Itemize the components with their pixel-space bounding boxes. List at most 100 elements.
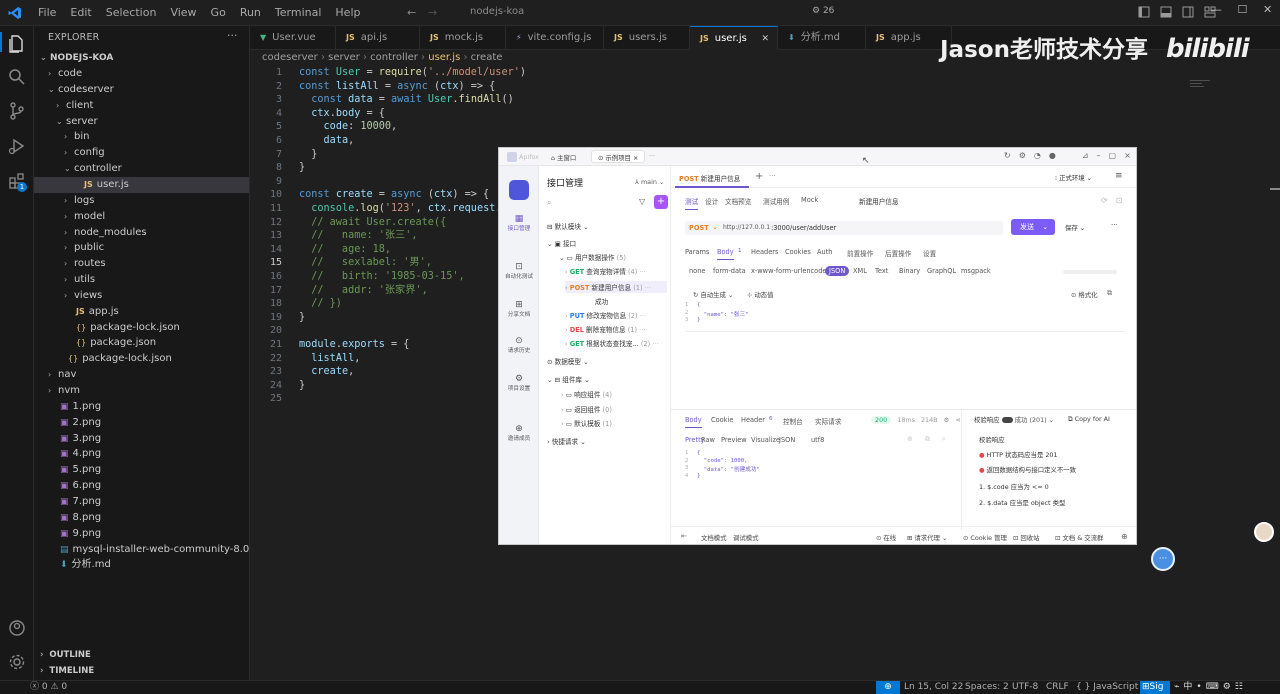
resp-fmt-item[interactable]: utf8: [811, 436, 824, 444]
breadcrumb-item[interactable]: user.js: [428, 52, 460, 63]
problems-status[interactable]: ⓧ 0 ⚠ 0: [30, 681, 67, 694]
menu-go[interactable]: Go: [204, 0, 233, 26]
copy-for-ai-button[interactable]: ⧉ Copy for AI: [1068, 415, 1110, 424]
explorer-root-folder[interactable]: ⌄ NODEJS-KOA: [34, 50, 249, 66]
code-line[interactable]: listAll,: [299, 352, 360, 366]
tree-item-folder[interactable]: › client: [34, 98, 249, 114]
save-button[interactable]: 保存 ⌄: [1065, 223, 1085, 232]
settings-icon[interactable]: ⚙: [944, 416, 950, 424]
code-line[interactable]: }: [299, 161, 305, 175]
settings-icon[interactable]: ⚙: [1019, 151, 1026, 160]
request-tab[interactable]: POST 新建用户信息: [675, 166, 749, 188]
nav-item[interactable]: ⊙ 请求历史: [499, 336, 539, 354]
send-button[interactable]: 发送 ⌄: [1011, 219, 1055, 235]
search-icon[interactable]: [7, 67, 27, 87]
component-item[interactable]: › ▭ 响应组件 (4): [561, 389, 612, 399]
layout-secondary-icon[interactable]: [1182, 6, 1194, 18]
more-icon[interactable]: ···: [645, 284, 651, 292]
api-item[interactable]: › GET 根据状态查找宠... (2) ···: [565, 338, 659, 348]
menu-selection[interactable]: Selection: [99, 0, 164, 26]
more-tabs-icon[interactable]: ···: [769, 172, 776, 180]
body-types-item[interactable]: GraphQL: [927, 267, 956, 275]
tree-item-img[interactable]: ▣ 9.png: [34, 526, 249, 542]
code-line[interactable]: module.exports = {: [299, 338, 409, 352]
breadcrumb-item[interactable]: codeserver: [262, 52, 318, 63]
tree-item-folder[interactable]: › routes: [34, 256, 249, 272]
tree-root[interactable]: ⌄ ▣ 接口: [547, 238, 576, 248]
param-tabs-item[interactable]: Cookies: [785, 248, 811, 256]
tree-item-img[interactable]: ▣ 4.png: [34, 446, 249, 462]
tree-item-file[interactable]: ▤ mysql-installer-web-community-8.0.45.0.…: [34, 542, 296, 558]
timeline-section[interactable]: › TIMELINE: [40, 666, 94, 676]
subtabs-item[interactable]: 设计: [705, 196, 718, 206]
tree-models[interactable]: ⊙ 数据模型 ⌄: [547, 356, 589, 366]
menu-file[interactable]: File: [31, 0, 63, 26]
tree-item-img[interactable]: ▣ 5.png: [34, 462, 249, 478]
floating-assistant-icon[interactable]: ···: [1151, 547, 1175, 571]
tab-users-js[interactable]: JS users.js: [604, 26, 690, 50]
more-icon[interactable]: ···: [640, 312, 646, 320]
online-status[interactable]: ⊙ 在线: [876, 533, 896, 542]
filter-icon[interactable]: ▽: [639, 197, 645, 206]
resp-tabs-item[interactable]: Cookie: [711, 416, 733, 424]
resp-tabs-item[interactable]: Body: [685, 416, 702, 428]
format-button[interactable]: ⊙ 格式化: [1071, 290, 1098, 299]
subtabs-item[interactable]: 测试: [685, 196, 699, 210]
body-types-item[interactable]: Binary: [899, 267, 920, 275]
tree-item-js[interactable]: JS user.js: [34, 176, 249, 193]
code-line[interactable]: // age: 18,: [299, 243, 391, 257]
user-avatar-icon[interactable]: ●: [1049, 151, 1056, 160]
component-item[interactable]: › ▭ 默认模板 (1): [561, 418, 612, 428]
menu-view[interactable]: View: [163, 0, 203, 26]
tab-mock-js[interactable]: JS mock.js: [420, 26, 506, 50]
code-line[interactable]: // await User.create({: [299, 216, 446, 230]
resp-tabs-item[interactable]: 实际请求: [815, 416, 841, 426]
menu-terminal[interactable]: Terminal: [268, 0, 329, 26]
environment-selector[interactable]: ⁝ 正式环境 ⌄: [1055, 173, 1092, 182]
minimap[interactable]: [1190, 78, 1210, 98]
download-icon[interactable]: ⊕: [907, 435, 913, 444]
body-types-item[interactable]: JSON: [825, 266, 850, 276]
command-center[interactable]: nodejs-koa: [444, 4, 804, 22]
breadcrumb-item[interactable]: create: [471, 52, 503, 63]
line-endings[interactable]: CRLF: [1046, 681, 1069, 694]
close-window-icon[interactable]: ✕: [1263, 3, 1272, 23]
code-line[interactable]: const data = await User.findAll(): [299, 93, 513, 107]
nav-forward-icon[interactable]: →: [428, 6, 437, 19]
tree-item-img[interactable]: ▣ 7.png: [34, 494, 249, 510]
response-body[interactable]: 1 {2 "code": 1000, 3 "data": "创建成功" 4}: [685, 450, 945, 486]
body-types-item[interactable]: none: [689, 267, 705, 275]
tab-user-vue[interactable]: ▼ User.vue: [250, 26, 336, 50]
sign-in-status[interactable]: ⊞Sig: [1140, 681, 1170, 694]
tree-item-folder[interactable]: › bin: [34, 129, 249, 145]
code-line[interactable]: code: 10000,: [299, 120, 398, 134]
code-line[interactable]: // birth: '1985-03-15',: [299, 270, 464, 284]
tree-item-folder[interactable]: ⌄ server: [34, 114, 249, 130]
code-line[interactable]: const listAll = async (ctx) => {: [299, 80, 495, 94]
subtabs-item[interactable]: 文档预览: [725, 196, 751, 206]
floating-avatar[interactable]: [1254, 522, 1274, 542]
tab----md[interactable]: ⬇ 分析.md: [778, 26, 866, 50]
pin-icon[interactable]: ⊿: [1082, 151, 1089, 160]
tree-item-folder[interactable]: › nav: [34, 367, 249, 383]
code-line[interactable]: const User = require('../model/user'): [299, 66, 526, 80]
copy-icon[interactable]: ⧉: [925, 435, 930, 444]
code-line[interactable]: ctx.body = {: [299, 107, 385, 121]
tab-api-js[interactable]: JS api.js: [336, 26, 420, 50]
search-icon[interactable]: ⌕: [942, 435, 946, 444]
settings-gear-icon[interactable]: [7, 652, 27, 672]
new-tab-icon[interactable]: +: [755, 171, 763, 182]
body-types-item[interactable]: x-www-form-urlencoded: [751, 267, 831, 275]
code-line[interactable]: console.log('123', ctx.request.bod: [299, 202, 520, 216]
more-actions-icon[interactable]: ···: [227, 29, 238, 42]
cookie-manager-button[interactable]: ⊙ Cookie 管理: [963, 533, 1007, 542]
tree-item-folder[interactable]: › code: [34, 66, 249, 82]
param-tabs-item[interactable]: 后置操作: [885, 248, 911, 258]
tree-item-folder[interactable]: › model: [34, 209, 249, 225]
close-tab-icon[interactable]: ✕: [761, 27, 769, 51]
api-item[interactable]: › GET 查询宠物详情 (4) ···: [565, 266, 646, 276]
trash-button[interactable]: ⊡ 回收站: [1013, 533, 1040, 542]
copilot-badge[interactable]: ⚙ 26: [812, 6, 834, 16]
minimize-icon[interactable]: –: [1097, 151, 1101, 160]
component-item[interactable]: › ▭ 返回组件 (0): [561, 404, 612, 414]
